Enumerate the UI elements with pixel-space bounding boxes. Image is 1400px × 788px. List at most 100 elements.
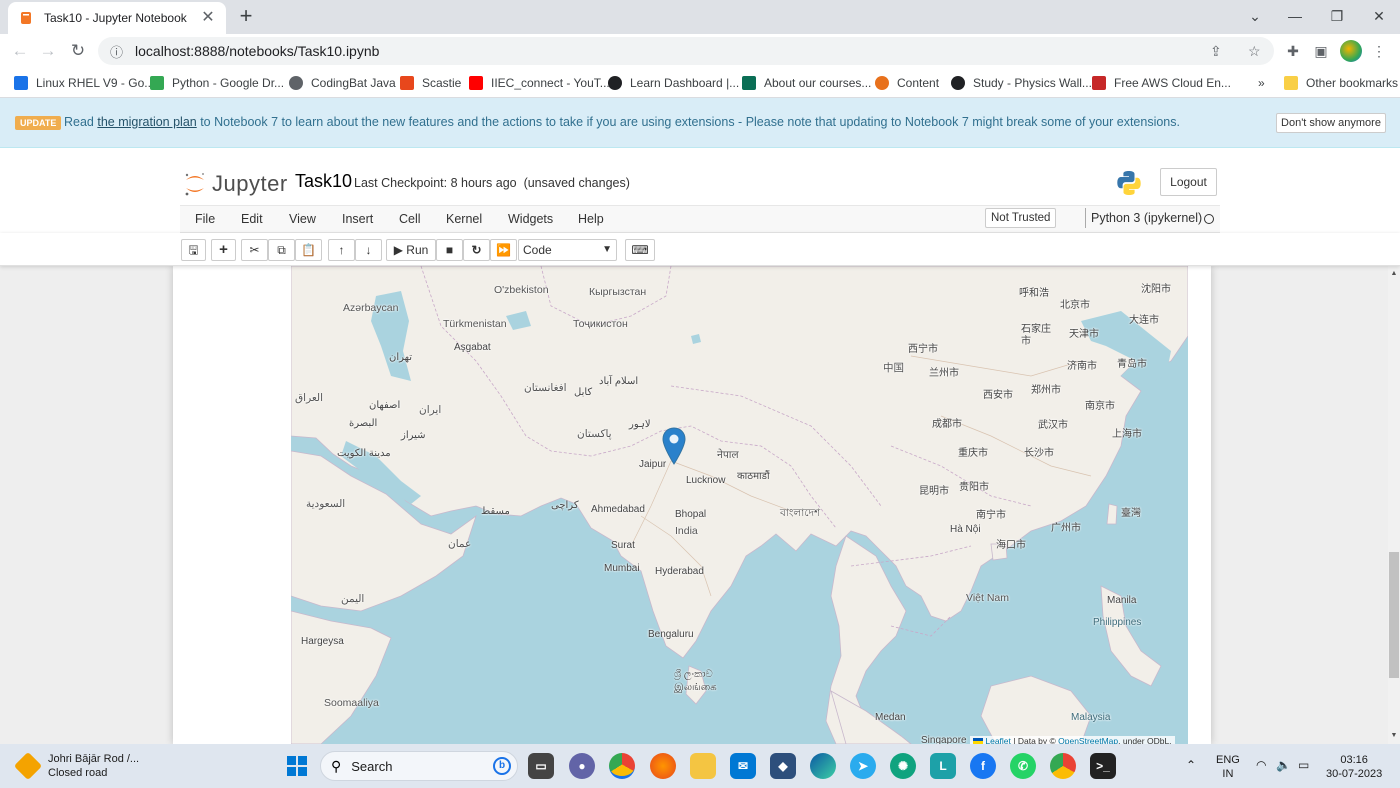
move-down-icon[interactable]: ↓ [355, 239, 382, 261]
logout-button[interactable]: Logout [1160, 168, 1217, 196]
mail-icon[interactable]: ✉ [730, 753, 756, 779]
map-label: काठमाडौं [737, 471, 770, 482]
map-label: ایران [419, 404, 442, 416]
system-clock[interactable]: 03:16 30-07-2023 [1326, 753, 1382, 781]
l-app-icon[interactable]: L [930, 753, 956, 779]
copy-icon[interactable]: ⧉ [268, 239, 295, 261]
wifi-icon[interactable]: ◠ [1256, 758, 1266, 772]
profile-avatar[interactable] [1340, 40, 1362, 62]
task-view-icon[interactable]: ▭ [528, 753, 554, 779]
interrupt-stop-icon[interactable]: ■ [436, 239, 463, 261]
run-button[interactable]: ▶ Run [386, 239, 436, 261]
bookmark-item[interactable]: Learn Dashboard |... [608, 74, 739, 92]
land-taiwan [1106, 503, 1118, 525]
share-icon[interactable]: ⇪ [1210, 43, 1222, 60]
scrollbar-thumb[interactable] [1389, 552, 1399, 678]
map-label: 济南市 [1067, 361, 1097, 372]
bookmark-item[interactable]: Scastie [400, 74, 461, 92]
other-bookmarks[interactable]: Other bookmarks [1284, 74, 1398, 92]
road-warning-icon [13, 751, 43, 781]
bookmark-item[interactable]: Linux RHEL V9 - Go... [14, 74, 154, 92]
scroll-down-arrow-icon[interactable]: ▼ [1388, 730, 1400, 742]
bookmark-item[interactable]: CodingBat Java [289, 74, 396, 92]
restart-run-all-icon[interactable]: ⏩ [490, 239, 517, 261]
address-bar[interactable]: ⓘ localhost:8888/notebooks/Task10.ipynb … [98, 37, 1274, 65]
maximize-icon[interactable]: ❐ [1314, 4, 1360, 28]
side-panel-icon[interactable]: ▣ [1312, 42, 1330, 60]
menu-file[interactable]: File [195, 212, 215, 226]
paste-icon[interactable]: 📋 [295, 239, 322, 261]
menu-help[interactable]: Help [578, 212, 604, 226]
bookmark-item[interactable]: IIEC_connect - YouT... [469, 74, 610, 92]
site-info-icon[interactable]: ⓘ [110, 42, 123, 61]
taskbar-search[interactable]: ⚲ Search b [320, 751, 518, 781]
browser-tab[interactable]: Task10 - Jupyter Notebook ✕ [8, 2, 226, 34]
new-tab-button[interactable]: + [234, 5, 258, 29]
reload-icon[interactable]: ↻ [66, 39, 90, 63]
edge-icon[interactable] [810, 753, 836, 779]
extensions-puzzle-icon[interactable]: ✚ [1284, 42, 1302, 60]
jupyter-logo-text: Jupyter [212, 171, 288, 196]
chat-icon[interactable]: ● [569, 753, 595, 779]
facebook-icon[interactable]: f [970, 753, 996, 779]
menu-kernel[interactable]: Kernel [446, 212, 482, 226]
virtualbox-icon[interactable]: ◆ [770, 753, 796, 779]
not-trusted-button[interactable]: Not Trusted [985, 208, 1057, 228]
map-label: 臺灣 [1121, 508, 1141, 519]
jupyter-logo[interactable]: Jupyter [184, 170, 288, 198]
cut-icon[interactable]: ✂ [241, 239, 268, 261]
scroll-up-arrow-icon[interactable]: ▲ [1388, 268, 1400, 280]
tray-overflow-chevron-icon[interactable]: ⌃ [1186, 758, 1196, 772]
bookmark-item[interactable]: Study - Physics Wall... [951, 74, 1092, 92]
chrome-profile-icon[interactable] [1050, 753, 1076, 779]
minimize-icon[interactable]: — [1272, 4, 1318, 28]
restart-kernel-icon[interactable]: ↻ [463, 239, 490, 261]
move-up-icon[interactable]: ↑ [328, 239, 355, 261]
windows-start-icon[interactable] [287, 756, 307, 776]
terminal-icon[interactable]: >_ [1090, 753, 1116, 779]
battery-icon[interactable]: ▭ [1298, 758, 1309, 772]
map-marker-icon[interactable] [662, 427, 686, 465]
window-close-icon[interactable]: ✕ [1356, 4, 1400, 28]
menu-widgets[interactable]: Widgets [508, 212, 553, 226]
bookmark-item[interactable]: Free AWS Cloud En... [1092, 74, 1231, 92]
close-tab-icon[interactable]: ✕ [200, 10, 216, 26]
bookmark-star-icon[interactable]: ☆ [1248, 43, 1261, 60]
menu-cell[interactable]: Cell [399, 212, 421, 226]
map-label: 兰州市 [929, 368, 959, 379]
migration-plan-link[interactable]: the migration plan [97, 115, 196, 129]
map-label: 上海市 [1112, 429, 1142, 440]
back-arrow-icon[interactable]: ← [8, 39, 32, 63]
volume-icon[interactable]: 🔈 [1276, 758, 1291, 772]
bookmark-label: CodingBat Java [311, 76, 396, 90]
bookmark-item[interactable]: About our courses... [742, 74, 871, 92]
map-label: 沈阳市 [1141, 284, 1171, 295]
insert-cell-below-icon[interactable]: + [211, 239, 236, 261]
traffic-widget[interactable]: Johri Bājār Rod /... Closed road [13, 751, 139, 781]
chrome-icon[interactable] [609, 753, 635, 779]
menu-insert[interactable]: Insert [342, 212, 373, 226]
kernel-name[interactable]: Python 3 (ipykernel) [1085, 208, 1202, 228]
map-label: العراق [295, 392, 324, 404]
more-bookmarks-button[interactable]: » [1258, 74, 1265, 92]
input-language[interactable]: ENG IN [1216, 753, 1240, 781]
menu-view[interactable]: View [289, 212, 316, 226]
command-palette-keyboard-icon[interactable]: ⌨ [625, 239, 655, 261]
menu-edit[interactable]: Edit [241, 212, 263, 226]
leaflet-map[interactable]: O'zbekiston Кыргызстан Azərbaycan Türkme… [291, 266, 1188, 744]
whatsapp-icon[interactable]: ✆ [1010, 753, 1036, 779]
dont-show-anymore-button[interactable]: Don't show anymore [1276, 113, 1386, 133]
bookmark-item[interactable]: Python - Google Dr... [150, 74, 284, 92]
bookmark-item[interactable]: Content [875, 74, 939, 92]
file-explorer-icon[interactable] [690, 753, 716, 779]
firefox-icon[interactable] [650, 753, 676, 779]
telegram-icon[interactable]: ➤ [850, 753, 876, 779]
chrome-menu-icon[interactable]: ⋮ [1370, 42, 1388, 60]
kernel-idle-indicator-icon [1204, 214, 1214, 224]
cell-type-select[interactable]: Code ▼ [518, 239, 617, 261]
chatgpt-icon[interactable]: ✺ [890, 753, 916, 779]
notebook-name[interactable]: Task10 [295, 171, 352, 192]
save-icon[interactable]: 🖫 [181, 239, 206, 261]
youtube-icon [469, 76, 483, 90]
forward-arrow-icon[interactable]: → [36, 39, 60, 63]
